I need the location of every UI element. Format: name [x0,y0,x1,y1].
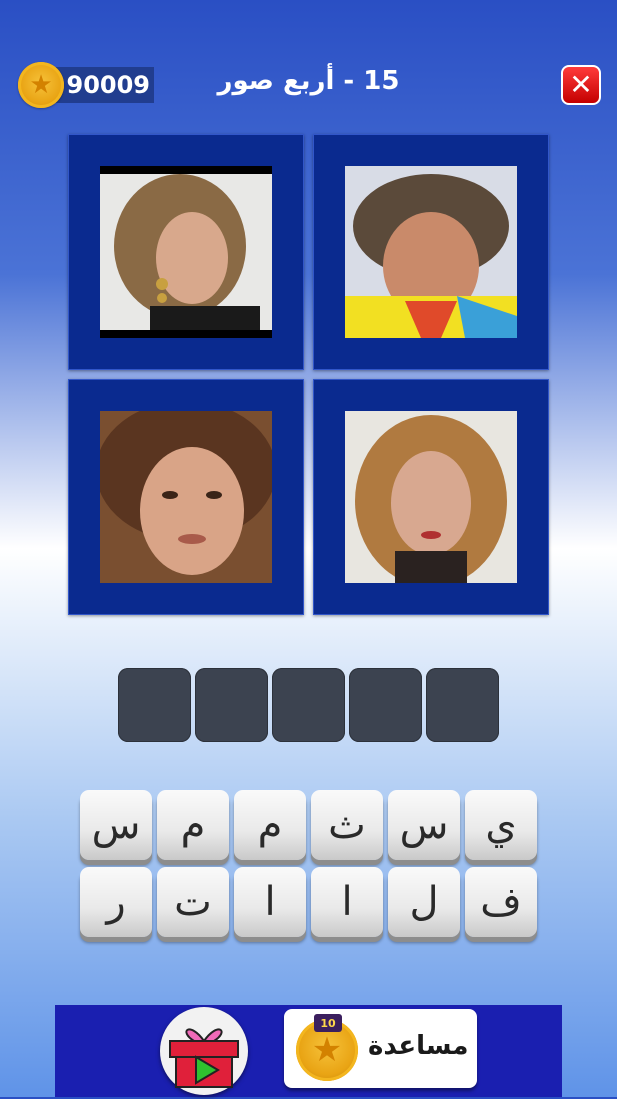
letter-key[interactable]: م [234,790,306,860]
letter-key[interactable]: ف [465,867,537,937]
letter-key[interactable]: ث [311,790,383,860]
answer-slots [118,668,500,742]
letter-key[interactable]: س [388,790,460,860]
close-icon: ✕ [569,68,593,101]
photo-3 [100,411,272,583]
help-button[interactable]: ★ 10 مساعدة [284,1009,477,1088]
photo-tile-2[interactable] [313,134,549,370]
letter-key[interactable]: ل [388,867,460,937]
gift-play-icon [169,1028,239,1088]
help-label: مساعدة [368,1031,469,1061]
gift-video-button[interactable] [160,1007,248,1095]
letter-key[interactable]: س [80,790,152,860]
letter-key[interactable]: ر [80,867,152,937]
answer-slot[interactable] [118,668,191,742]
photo-tile-3[interactable] [68,379,304,615]
close-button[interactable]: ✕ [561,65,601,105]
photo-2 [345,166,517,338]
letter-key[interactable]: م [157,790,229,860]
photo-tile-1[interactable] [68,134,304,370]
letter-key[interactable]: ا [311,867,383,937]
answer-slot[interactable] [426,668,499,742]
answer-slot[interactable] [349,668,422,742]
photo-1 [100,166,272,338]
letter-key[interactable]: ت [157,867,229,937]
photo-4 [345,411,517,583]
help-cost-badge: 10 [314,1014,342,1032]
coin-icon: ★ [18,62,64,108]
level-title: 15 - أربع صور [217,66,400,96]
photo-tile-4[interactable] [313,379,549,615]
letter-key[interactable]: ي [465,790,537,860]
answer-slot[interactable] [272,668,345,742]
answer-slot[interactable] [195,668,268,742]
letter-key[interactable]: ا [234,867,306,937]
